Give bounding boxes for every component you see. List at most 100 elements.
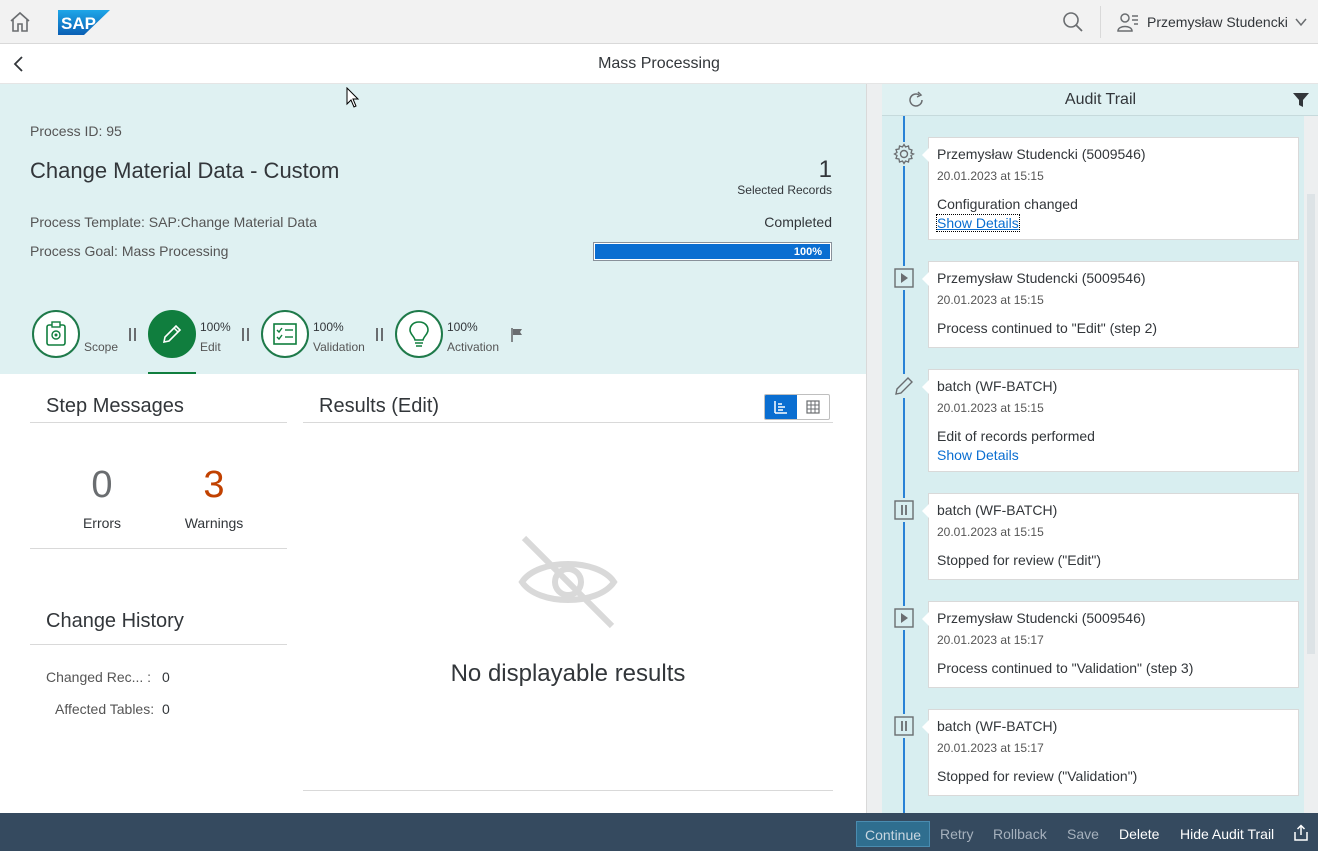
process-goal: Process Goal: Mass Processing	[30, 243, 229, 259]
selected-records-label: Selected Records	[737, 183, 832, 197]
divider	[30, 644, 287, 645]
audit-event: Przemysław Studencki (5009546) 20.01.202…	[922, 137, 1299, 240]
audit-event: batch (WF-BATCH) 20.01.2023 at 15:15 Edi…	[922, 369, 1299, 472]
progress-text: 100%	[793, 246, 822, 258]
play-icon	[892, 606, 916, 630]
flag-icon	[511, 328, 522, 342]
warnings-label: Warnings	[184, 515, 244, 531]
step-pct-edit: 100%	[200, 320, 231, 334]
continue-button[interactable]: Continue	[856, 821, 931, 847]
event-description: Configuration changed	[937, 196, 1078, 212]
step-label-activation: Activation	[447, 340, 500, 354]
audit-trail-header: Audit Trail	[882, 84, 1318, 116]
step-label-validation: Validation	[313, 340, 365, 354]
step-edit[interactable]	[148, 310, 196, 358]
step-messages-title: Step Messages	[46, 395, 184, 417]
checklist-icon	[273, 323, 297, 345]
object-header: Process ID: 95 Change Material Data - Cu…	[0, 84, 866, 374]
pause-icon	[129, 328, 136, 341]
page-title: Mass Processing	[598, 55, 720, 72]
audit-trail-title: Audit Trail	[1064, 91, 1137, 108]
gear-icon	[892, 142, 916, 166]
scrollbar[interactable]	[1307, 194, 1315, 654]
event-time: 20.01.2023 at 15:15	[937, 525, 1044, 539]
divider	[303, 790, 833, 791]
affected-tables-value: 0	[162, 701, 170, 717]
event-time: 20.01.2023 at 15:15	[937, 169, 1044, 183]
event-time: 20.01.2023 at 15:17	[937, 633, 1044, 647]
retry-button[interactable]: Retry	[932, 821, 981, 847]
logo-text: SAP	[61, 14, 96, 33]
share-icon[interactable]	[1292, 824, 1310, 842]
results-title: Results (Edit)	[319, 395, 440, 417]
progress-fill: 100%	[595, 244, 830, 259]
page-header: Mass Processing	[0, 44, 1318, 84]
mouse-cursor-icon	[346, 87, 360, 108]
step-scope[interactable]	[32, 310, 80, 358]
event-description: Process continued to "Validation" (step …	[937, 660, 1194, 676]
event-user: batch (WF-BATCH)	[937, 502, 1058, 518]
progress-indicator: 100%	[593, 242, 832, 261]
event-user: batch (WF-BATCH)	[937, 718, 1058, 734]
pause-icon	[892, 498, 916, 522]
process-flow: Scope 100% Edit 100% Validation 100% Act…	[0, 308, 866, 374]
delete-button[interactable]: Delete	[1111, 821, 1167, 847]
change-history-title: Change History	[46, 610, 184, 632]
pencil-icon	[892, 374, 916, 398]
pause-icon	[242, 328, 249, 341]
chart-view-button[interactable]	[765, 395, 797, 419]
audit-event: batch (WF-BATCH) 20.01.2023 at 15:15 Sto…	[922, 493, 1299, 580]
process-title: Change Material Data - Custom	[30, 158, 340, 183]
show-details-link[interactable]: Show Details	[937, 447, 1290, 463]
timeline-line	[903, 116, 905, 813]
event-user: Przemysław Studencki (5009546)	[937, 270, 1146, 286]
process-id: Process ID: 95	[30, 123, 122, 139]
footer-toolbar: Continue Retry Rollback Save Delete Hide…	[0, 813, 1318, 851]
pause-icon	[376, 328, 383, 341]
event-time: 20.01.2023 at 15:17	[937, 741, 1044, 755]
hide-audit-trail-button[interactable]: Hide Audit Trail	[1172, 821, 1282, 847]
show-details-link[interactable]: Show Details	[936, 214, 1020, 232]
audit-trail-panel: Audit Trail Przemysław Studencki (500954…	[866, 84, 1318, 813]
sap-logo[interactable]: SAP	[58, 10, 110, 35]
event-user: Przemysław Studencki (5009546)	[937, 146, 1146, 162]
view-toggle	[764, 394, 830, 420]
event-description: Stopped for review ("Validation")	[937, 768, 1138, 784]
active-step-indicator	[148, 372, 196, 374]
bar-chart-icon	[774, 401, 787, 414]
user-name[interactable]: Przemysław Studencki	[1147, 14, 1288, 30]
audit-event: batch (WF-BATCH) 20.01.2023 at 15:17 Sto…	[922, 709, 1299, 796]
table-view-button[interactable]	[797, 395, 829, 419]
grid-icon	[806, 400, 820, 414]
pencil-icon	[162, 324, 182, 344]
refresh-icon[interactable]	[906, 90, 926, 110]
process-template: Process Template: SAP:Change Material Da…	[30, 214, 317, 230]
errors-count[interactable]: 0	[62, 464, 142, 507]
search-icon[interactable]	[1062, 11, 1084, 33]
event-description: Edit of records performed	[937, 428, 1095, 444]
audit-event: Przemysław Studencki (5009546) 20.01.202…	[922, 261, 1299, 348]
filter-icon[interactable]	[1292, 91, 1310, 109]
step-pct-validation: 100%	[313, 320, 344, 334]
home-icon[interactable]	[8, 10, 32, 34]
user-icon[interactable]	[1117, 11, 1139, 33]
event-user: batch (WF-BATCH)	[937, 378, 1058, 394]
hidden-eye-icon	[518, 535, 618, 629]
selected-records-count: 1	[818, 156, 832, 183]
step-validation[interactable]	[261, 310, 309, 358]
event-description: Process continued to "Edit" (step 2)	[937, 320, 1158, 336]
chevron-down-icon[interactable]	[1294, 15, 1308, 29]
divider	[30, 548, 287, 549]
shell-bar: SAP Przemysław Studencki	[0, 0, 1318, 44]
affected-tables-label: Affected Tables:	[55, 701, 155, 717]
step-pct-activation: 100%	[447, 320, 478, 334]
rollback-button[interactable]: Rollback	[985, 821, 1055, 847]
step-label-edit: Edit	[200, 340, 221, 354]
save-button[interactable]: Save	[1059, 821, 1107, 847]
errors-label: Errors	[82, 515, 122, 531]
process-status: Completed	[764, 214, 832, 230]
step-activation[interactable]	[395, 310, 443, 358]
event-user: Przemysław Studencki (5009546)	[937, 610, 1146, 626]
warnings-count[interactable]: 3	[174, 464, 254, 507]
changed-records-value: 0	[162, 669, 170, 685]
